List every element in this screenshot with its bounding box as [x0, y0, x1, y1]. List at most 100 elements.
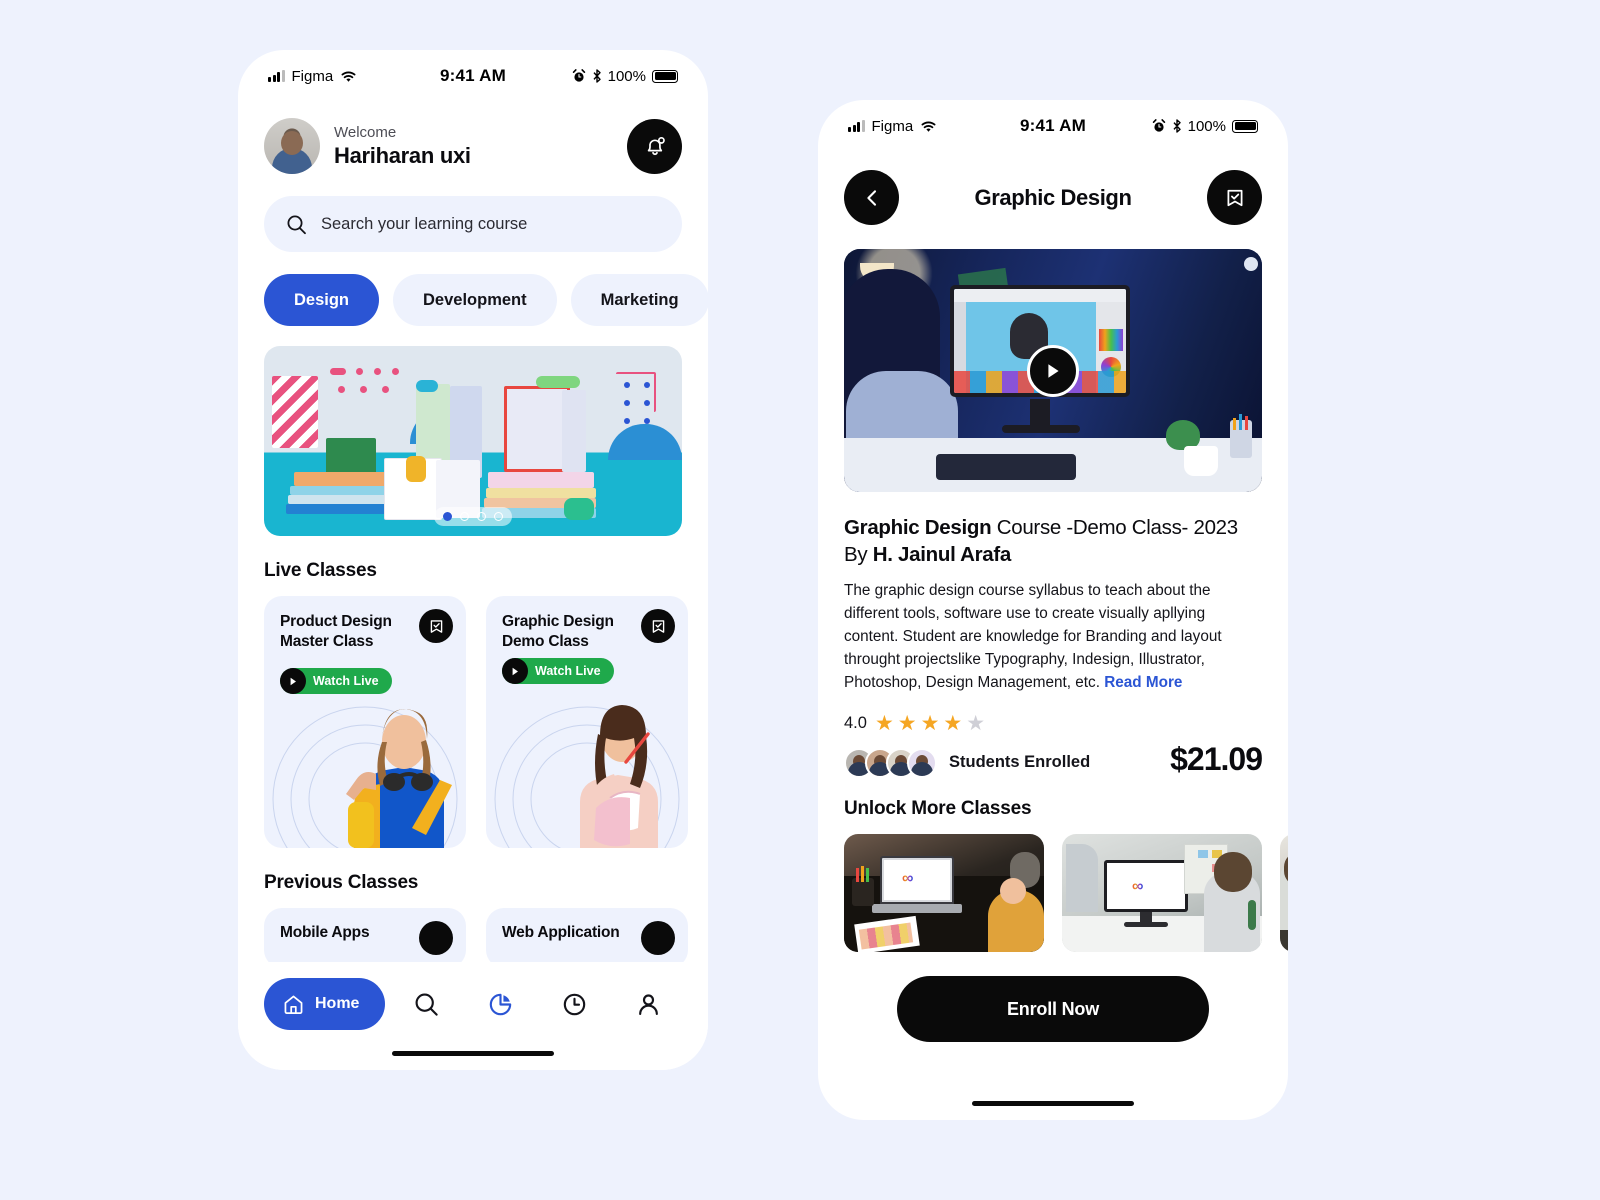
- battery-icon: [652, 69, 678, 83]
- search-icon: [415, 993, 438, 1016]
- carrier-label: Figma: [291, 67, 334, 85]
- previous-classes-title: Previous Classes: [264, 872, 419, 893]
- rating-value: 4.0: [844, 713, 867, 732]
- home-indicator: [392, 1051, 554, 1056]
- user-name: Hariharan uxi: [334, 142, 471, 168]
- unlock-more-list: ∞ ∞: [818, 833, 1288, 952]
- live-class-card[interactable]: Product Design Master Class Watch Live: [264, 596, 466, 848]
- bookmark-check-icon: [1227, 189, 1242, 206]
- bell-icon: [647, 136, 665, 156]
- person-icon: [639, 993, 658, 1015]
- clock-label: 9:41 AM: [440, 66, 506, 85]
- play-icon: [1048, 363, 1059, 378]
- rating: 4.0 ★ ★ ★ ★ ★: [844, 713, 1090, 734]
- bookmark-check-icon: [652, 619, 664, 633]
- unlock-class-thumb[interactable]: ∞: [844, 833, 1044, 952]
- detail-header: Graphic Design: [818, 152, 1288, 225]
- carousel-dot-1[interactable]: [443, 512, 452, 521]
- bookmark-button[interactable]: [641, 609, 675, 643]
- brand-logo: ∞: [1132, 877, 1144, 895]
- nav-home-label: Home: [315, 995, 360, 1012]
- battery-icon: [1232, 119, 1258, 133]
- student-photo: [346, 709, 452, 848]
- wifi-icon: [921, 121, 936, 132]
- user-header: Welcome Hariharan uxi: [238, 102, 708, 174]
- carousel-dots[interactable]: [434, 507, 512, 526]
- live-class-card[interactable]: Graphic Design Demo Class Watch Live: [486, 596, 688, 848]
- carousel-dot-3[interactable]: [477, 512, 486, 521]
- nav-item-history[interactable]: [541, 978, 607, 1030]
- course-title: Graphic Design Course -Demo Class- 2023 …: [844, 514, 1262, 568]
- unlock-class-thumb[interactable]: [1280, 833, 1288, 952]
- brand-logo: ∞: [902, 869, 914, 887]
- bluetooth-icon: [1173, 119, 1181, 133]
- phone-home-screen: Figma 9:41 AM 100% Welcome Hariharan uxi…: [238, 50, 708, 1070]
- unlock-more-title: Unlock More Classes: [844, 797, 1032, 819]
- notifications-button[interactable]: [627, 118, 682, 174]
- enroll-button[interactable]: Enroll Now: [897, 976, 1209, 1042]
- course-video[interactable]: [844, 249, 1262, 492]
- status-bar-right: Figma 9:41 AM 100%: [818, 100, 1288, 152]
- welcome-label: Welcome: [334, 124, 397, 142]
- nav-item-home[interactable]: Home: [264, 978, 386, 1030]
- tab-marketing[interactable]: Marketing: [570, 274, 708, 326]
- avatar-stack: [844, 747, 937, 778]
- back-button[interactable]: [844, 170, 899, 225]
- star-icon: ★: [897, 711, 917, 735]
- search-bar[interactable]: Search your learning course: [264, 196, 682, 252]
- alarm-icon: [1152, 119, 1165, 132]
- student-photo: [580, 705, 658, 848]
- previous-class-card[interactable]: Web Application: [486, 908, 688, 968]
- bookmark-check-icon: [430, 619, 442, 633]
- play-button[interactable]: [1027, 344, 1079, 397]
- unlock-class-thumb[interactable]: ∞: [1062, 833, 1262, 952]
- nav-item-search[interactable]: [393, 978, 459, 1030]
- tab-design[interactable]: Design: [264, 274, 380, 326]
- tab-development[interactable]: Development: [393, 274, 557, 326]
- course-price: $21.09: [1170, 740, 1263, 777]
- carrier-label: Figma: [871, 117, 914, 135]
- category-tabs: Design Development Marketing: [264, 274, 708, 326]
- live-classes-list: Product Design Master Class Watch Live G…: [238, 596, 708, 848]
- search-input[interactable]: Search your learning course: [321, 215, 527, 234]
- bookmark-button[interactable]: [419, 609, 453, 643]
- students-enrolled: Students Enrolled: [844, 747, 1090, 778]
- play-icon: [280, 668, 306, 694]
- previous-class-card[interactable]: Mobile Apps: [264, 908, 466, 968]
- bookmark-button[interactable]: [419, 921, 453, 955]
- course-author: H. Jainul Arafa: [872, 543, 1012, 567]
- chevron-left-icon: [866, 189, 876, 206]
- bluetooth-icon: [593, 69, 601, 83]
- signal-icon: [848, 120, 865, 132]
- bookmark-button[interactable]: [1207, 170, 1262, 225]
- course-by-label: By: [844, 543, 873, 567]
- star-icon: ★: [943, 711, 963, 735]
- promo-carousel[interactable]: [264, 346, 682, 536]
- page-title: Graphic Design: [974, 184, 1132, 210]
- live-class-title: Product Design Master Class: [280, 613, 392, 650]
- previous-class-title: Web Application: [502, 924, 620, 941]
- carousel-dot-4[interactable]: [494, 512, 503, 521]
- star-icon: ★: [874, 711, 894, 735]
- star-icon: ★: [920, 711, 940, 735]
- avatar[interactable]: [264, 118, 320, 174]
- pie-chart-icon: [489, 993, 512, 1015]
- previous-class-title: Mobile Apps: [280, 924, 370, 941]
- play-icon: [502, 658, 528, 684]
- home-icon: [284, 995, 303, 1014]
- alarm-icon: [572, 69, 585, 82]
- bookmark-button[interactable]: [641, 921, 675, 955]
- nav-item-profile[interactable]: [615, 978, 681, 1030]
- watch-live-label: Watch Live: [535, 664, 601, 678]
- battery-percent: 100%: [607, 67, 646, 85]
- live-class-title: Graphic Design Demo Class: [502, 613, 614, 650]
- phone-course-detail-screen: Figma 9:41 AM 100% Graphic Design Graphi…: [818, 100, 1288, 1120]
- home-indicator: [972, 1101, 1134, 1106]
- nav-item-stats[interactable]: [467, 978, 533, 1030]
- clock-label: 9:41 AM: [1020, 116, 1086, 135]
- wifi-icon: [341, 71, 356, 82]
- star-icon-empty: ★: [966, 711, 986, 735]
- read-more-link[interactable]: Read More: [1104, 674, 1182, 691]
- carousel-dot-2[interactable]: [460, 512, 469, 521]
- status-bar-left: Figma 9:41 AM 100%: [238, 50, 708, 102]
